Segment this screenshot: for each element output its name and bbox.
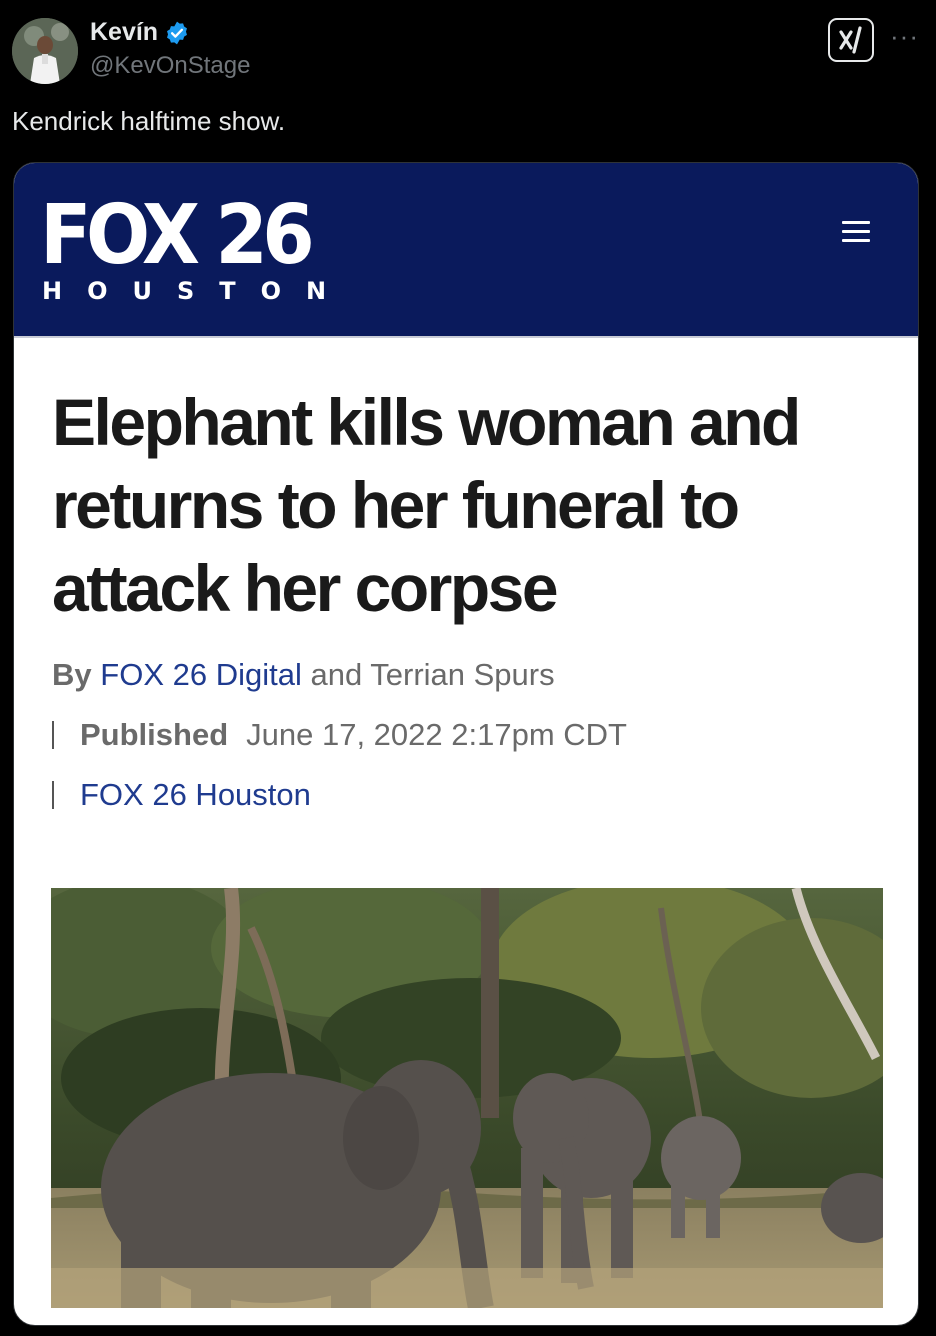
author-handle[interactable]: @KevOnStage: [90, 52, 250, 80]
article-source: FOX 26 Houston: [80, 777, 311, 812]
byline-author-primary: FOX 26 Digital: [100, 657, 302, 692]
article-headline: Elephant kills woman and returns to her …: [52, 385, 801, 625]
hamburger-menu-icon: [842, 221, 870, 243]
meta-divider: [52, 781, 54, 809]
display-name-text: Kevín: [90, 18, 159, 46]
tweet-media-image[interactable]: FOX 26 HOUSTON Elephant kills woman and …: [13, 162, 919, 1326]
article-photo-elephants: [51, 888, 883, 1308]
more-icon[interactable]: ···: [890, 23, 919, 49]
byline-prefix: By: [52, 657, 92, 692]
tweet: Kevín @KevOnStage ··· Kendrick halftime …: [0, 0, 936, 1336]
published-label: Published: [80, 717, 229, 752]
tweet-text: Kendrick halftime show.: [12, 106, 286, 136]
byline-author-secondary: Terrian Spurs: [370, 657, 555, 692]
published-line: Published June 17, 2022 2:17pm CDT: [52, 717, 627, 753]
author-display-name[interactable]: Kevín: [90, 18, 190, 47]
published-date: June 17, 2022 2:17pm CDT: [246, 717, 627, 752]
fox-logo-subtitle: HOUSTON: [42, 277, 352, 305]
verified-badge-icon: [164, 20, 190, 46]
fox-logo: FOX 26: [40, 188, 315, 283]
avatar[interactable]: [12, 18, 78, 84]
article-byline: By FOX 26 Digital and Terrian Spurs: [52, 657, 555, 693]
fox-header-bar: FOX 26 HOUSTON: [14, 163, 918, 338]
grok-icon[interactable]: [828, 18, 874, 62]
meta-divider: [52, 721, 54, 749]
source-line: FOX 26 Houston: [52, 777, 311, 813]
byline-conjunction: and: [310, 657, 363, 692]
